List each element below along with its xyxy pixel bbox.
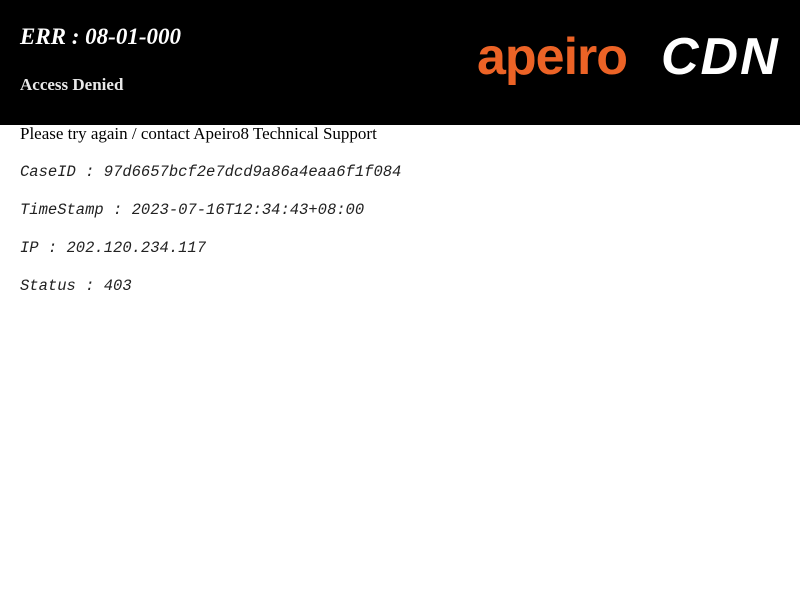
ip-address: IP : 202.120.234.117 [20, 239, 207, 257]
error-details: Please try again / contact Apeiro8 Techn… [20, 122, 780, 295]
logo-brand-text: apeiro [477, 28, 627, 86]
status-code: Status : 403 [20, 277, 132, 295]
case-id: CaseID : 97d6657bcf2e7dcd9a86a4eaa6f1f08… [20, 163, 402, 181]
error-message: Access Denied [20, 75, 124, 94]
apeiro-cdn-logo: apeiro CDN [477, 28, 780, 86]
error-code: ERR : 08-01-000 [20, 24, 181, 49]
timestamp: TimeStamp : 2023-07-16T12:34:43+08:00 [20, 201, 365, 219]
logo-product-text: CDN [661, 28, 780, 86]
error-header: ERR : 08-01-000 Access Denied apeiro CDN [0, 0, 800, 125]
support-instruction: Please try again / contact Apeiro8 Techn… [20, 124, 377, 143]
